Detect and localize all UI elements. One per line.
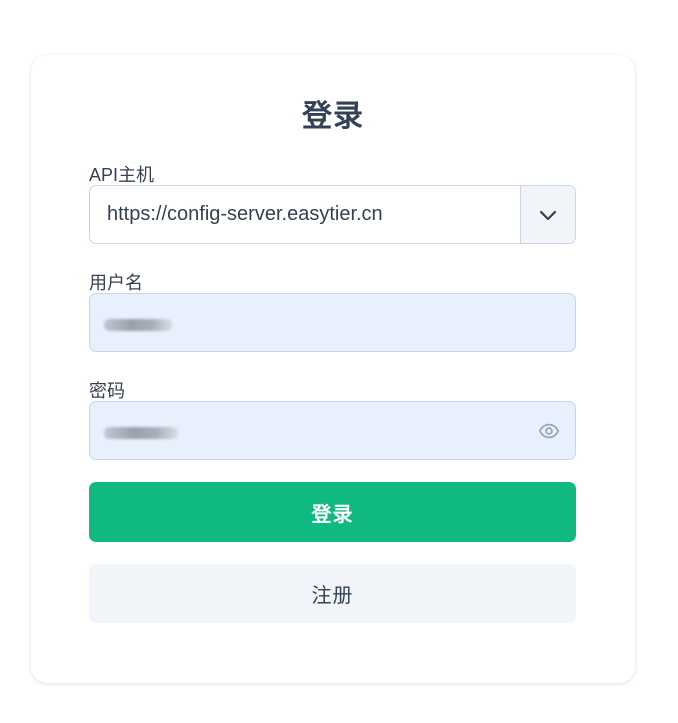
- username-input[interactable]: [89, 293, 576, 352]
- username-masked-value: [104, 319, 172, 331]
- chevron-down-icon: [539, 210, 557, 220]
- username-label: 用户名: [89, 273, 143, 293]
- login-card: 登录 API主机 https://config-server.easytier.…: [31, 55, 635, 683]
- page-title: 登录: [302, 100, 364, 133]
- eye-icon: [539, 423, 559, 439]
- password-input[interactable]: [89, 401, 576, 460]
- login-button[interactable]: 登录: [89, 482, 576, 542]
- show-password-button[interactable]: [537, 419, 561, 443]
- api-host-value[interactable]: https://config-server.easytier.cn: [90, 186, 520, 243]
- register-button[interactable]: 注册: [89, 564, 576, 623]
- password-label: 密码: [89, 381, 125, 401]
- api-host-label: API主机: [89, 165, 155, 185]
- password-masked-value: [104, 427, 178, 439]
- api-host-dropdown-button[interactable]: [520, 186, 575, 243]
- api-host-select[interactable]: https://config-server.easytier.cn: [89, 185, 576, 244]
